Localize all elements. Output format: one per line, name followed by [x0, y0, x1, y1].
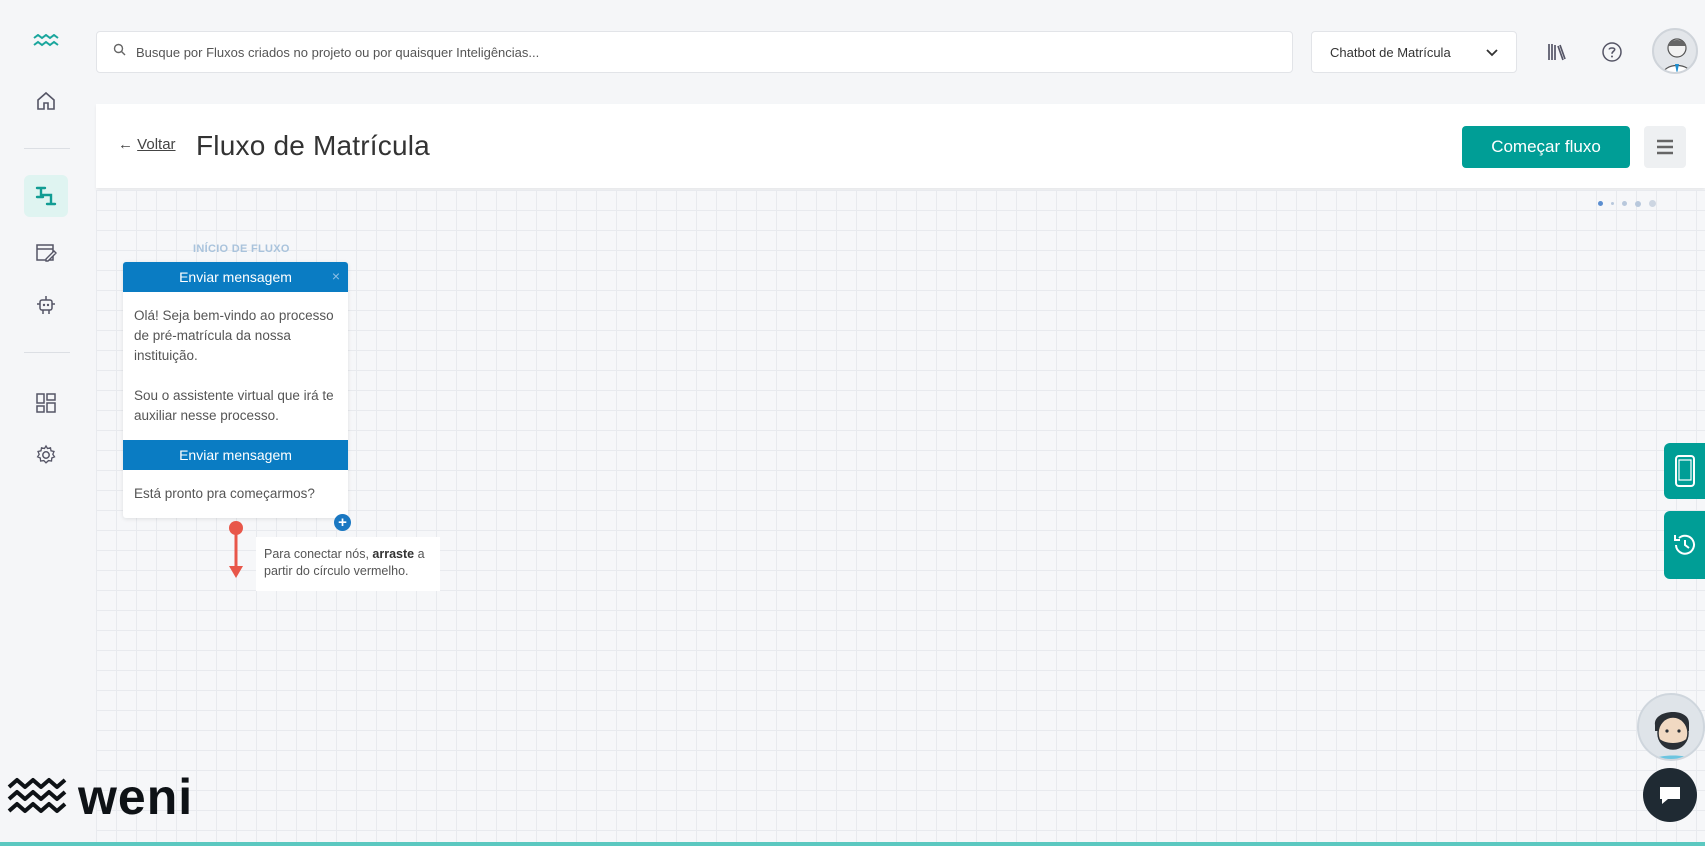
home-icon[interactable]: [24, 80, 68, 122]
hamburger-menu-icon[interactable]: [1644, 126, 1686, 168]
weni-wave-logo-icon[interactable]: [24, 20, 68, 62]
start-flow-button[interactable]: Começar fluxo: [1462, 126, 1630, 168]
bottom-accent-bar: [0, 842, 1705, 846]
canvas-zoom-dots: [1598, 200, 1656, 207]
chevron-down-icon: [1486, 45, 1498, 60]
dot-icon: [1622, 201, 1627, 206]
node-block-title: Enviar mensagem: [179, 447, 292, 463]
search-input[interactable]: [136, 44, 1236, 60]
user-avatar[interactable]: [1652, 28, 1698, 74]
flow-start-label: INÍCIO DE FLUXO: [193, 243, 290, 255]
sidebar-divider: [24, 352, 70, 353]
add-block-icon[interactable]: +: [334, 514, 351, 531]
weni-logo: weni: [6, 772, 193, 822]
back-arrow-icon: ←: [118, 136, 133, 153]
connect-hint-tooltip: Para conectar nós, arraste a partir do c…: [256, 537, 440, 591]
simulator-phone-icon[interactable]: [1664, 443, 1705, 499]
history-icon[interactable]: [1664, 511, 1705, 579]
flow-node[interactable]: Enviar mensagem × Olá! Seja bem-vindo ao…: [123, 262, 348, 518]
sidebar-divider: [24, 148, 70, 149]
node-block-title: Enviar mensagem: [179, 269, 292, 285]
node-block-message[interactable]: Olá! Seja bem-vindo ao processo de pré-m…: [123, 292, 348, 440]
flow-header: ← Voltar Fluxo de Matrícula Começar flux…: [96, 104, 1705, 188]
sidebar: [0, 0, 92, 846]
dot-icon: [1649, 200, 1656, 207]
dashboard-icon[interactable]: [24, 382, 68, 424]
back-link[interactable]: ← Voltar: [118, 136, 176, 153]
node-block-header[interactable]: Enviar mensagem: [123, 440, 348, 470]
library-books-icon[interactable]: [1543, 38, 1571, 66]
support-agent-avatar[interactable]: [1637, 693, 1705, 761]
close-icon[interactable]: ×: [332, 268, 340, 284]
node-block-header[interactable]: Enviar mensagem ×: [123, 262, 348, 292]
dot-icon: [1611, 202, 1614, 205]
hint-text-part1: Para conectar nós,: [264, 547, 373, 561]
search-bar[interactable]: [96, 31, 1293, 73]
back-label: Voltar: [137, 136, 176, 153]
hint-text-bold: arraste: [372, 547, 415, 561]
search-icon: [113, 43, 126, 61]
dot-icon: [1598, 201, 1603, 206]
dot-icon: [1635, 200, 1641, 207]
robot-icon[interactable]: [24, 284, 68, 326]
weni-logo-text: weni: [78, 769, 194, 825]
project-select-value: Chatbot de Matrícula: [1330, 44, 1451, 60]
project-select[interactable]: Chatbot de Matrícula: [1311, 31, 1517, 73]
connector-arrow-icon[interactable]: [226, 520, 246, 580]
node-block-message[interactable]: Está pronto pra começarmos?: [123, 470, 348, 518]
edit-board-icon[interactable]: [24, 232, 68, 274]
settings-gear-icon[interactable]: [24, 434, 68, 476]
weni-wave-logo-icon: [7, 778, 67, 813]
help-question-icon[interactable]: [1598, 38, 1626, 66]
page-title: Fluxo de Matrícula: [196, 130, 430, 161]
flows-icon[interactable]: [24, 175, 68, 217]
chat-launcher-icon[interactable]: [1643, 768, 1697, 822]
